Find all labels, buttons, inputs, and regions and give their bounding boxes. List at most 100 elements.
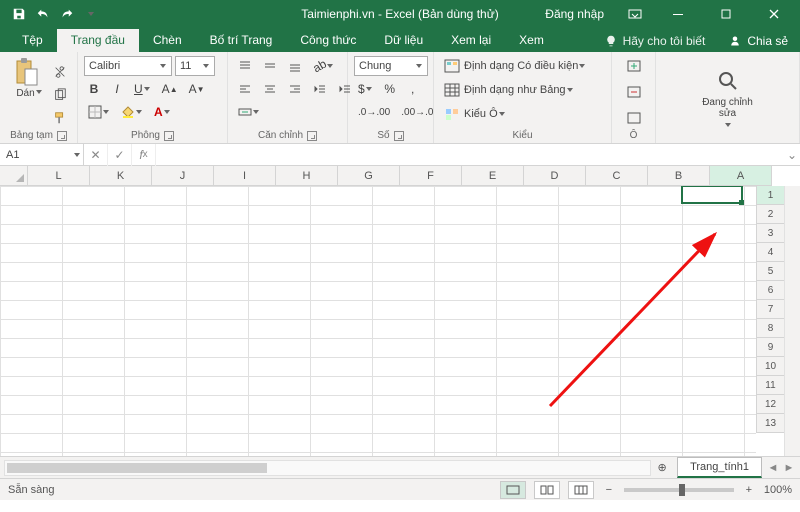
new-sheet-button[interactable]: ⊕ (651, 461, 673, 474)
increase-font-button[interactable]: A▲ (158, 79, 182, 99)
clipboard-launcher[interactable] (57, 131, 67, 141)
accounting-button[interactable]: $ (354, 79, 377, 99)
percent-button[interactable]: % (380, 79, 400, 99)
signin-button[interactable]: Đăng nhập (535, 0, 614, 28)
sheet-nav-prev[interactable]: ◄ (766, 462, 780, 474)
increase-decimal-button[interactable]: .0→.00 (354, 102, 394, 122)
row-header-12[interactable]: 12 (756, 395, 784, 414)
zoom-slider[interactable] (624, 488, 734, 492)
number-format-combo[interactable]: Chung (354, 56, 428, 76)
formula-input[interactable] (156, 144, 784, 165)
col-header-B[interactable]: B (648, 166, 710, 186)
format-cells-button[interactable] (622, 108, 646, 128)
borders-button[interactable] (84, 102, 114, 122)
horizontal-scrollbar[interactable] (4, 460, 651, 476)
row-header-7[interactable]: 7 (756, 300, 784, 319)
number-launcher[interactable] (394, 131, 404, 141)
comma-button[interactable]: , (403, 79, 423, 99)
view-normal-button[interactable] (500, 481, 526, 499)
copy-button[interactable] (49, 85, 71, 105)
delete-cells-button[interactable] (622, 82, 646, 102)
font-color-button[interactable]: A (150, 102, 175, 122)
sheet-nav-next[interactable]: ► (782, 462, 796, 474)
name-box[interactable]: A1 (0, 144, 84, 165)
italic-button[interactable]: I (107, 79, 127, 99)
col-header-G[interactable]: G (338, 166, 400, 186)
row-header-9[interactable]: 9 (756, 338, 784, 357)
align-center-button[interactable] (259, 79, 281, 99)
alignment-launcher[interactable] (307, 131, 317, 141)
col-header-J[interactable]: J (152, 166, 214, 186)
tab-formulas[interactable]: Công thức (286, 29, 370, 52)
share-button[interactable]: Chia sẻ (717, 30, 800, 52)
tab-insert[interactable]: Chèn (139, 29, 196, 52)
paste-button[interactable]: Dán (6, 56, 45, 101)
fill-color-button[interactable] (117, 102, 147, 122)
font-launcher[interactable] (164, 131, 174, 141)
col-header-L[interactable]: L (28, 166, 90, 186)
merge-button[interactable] (234, 102, 264, 122)
row-header-6[interactable]: 6 (756, 281, 784, 300)
align-top-button[interactable] (234, 56, 256, 76)
editing-menu[interactable]: Đang chỉnh sửa (693, 65, 763, 131)
align-middle-button[interactable] (259, 56, 281, 76)
format-painter-button[interactable] (49, 108, 71, 128)
select-all-corner[interactable] (0, 166, 28, 186)
font-size-combo[interactable]: 11 (175, 56, 215, 76)
decrease-font-button[interactable]: A▼ (185, 79, 209, 99)
row-header-2[interactable]: 2 (756, 205, 784, 224)
row-header-13[interactable]: 13 (756, 414, 784, 433)
tab-home[interactable]: Trang đầu (57, 29, 139, 52)
selected-cell[interactable] (681, 186, 743, 204)
row-header-11[interactable]: 11 (756, 376, 784, 395)
align-right-button[interactable] (284, 79, 306, 99)
insert-function-button[interactable]: fx (132, 144, 156, 166)
col-header-A[interactable]: A (710, 166, 772, 186)
enter-formula-button[interactable]: ✓ (108, 144, 132, 166)
row-header-4[interactable]: 4 (756, 243, 784, 262)
qat-customize[interactable] (80, 3, 102, 25)
zoom-out-button[interactable]: − (602, 484, 616, 496)
view-page-layout-button[interactable] (534, 481, 560, 499)
redo-button[interactable] (56, 3, 78, 25)
row-header-1[interactable]: 1 (756, 186, 784, 205)
decrease-decimal-button[interactable]: .00→.0 (397, 102, 437, 122)
row-header-5[interactable]: 5 (756, 262, 784, 281)
col-header-E[interactable]: E (462, 166, 524, 186)
sheet-tab[interactable]: Trang_tính1 (677, 457, 762, 478)
orientation-button[interactable]: ab (309, 56, 338, 76)
vertical-scrollbar[interactable] (784, 186, 800, 456)
fill-handle[interactable] (739, 200, 744, 205)
undo-button[interactable] (32, 3, 54, 25)
decrease-indent-button[interactable] (309, 79, 331, 99)
tab-file[interactable]: Tệp (8, 29, 57, 52)
col-header-F[interactable]: F (400, 166, 462, 186)
save-button[interactable] (8, 3, 30, 25)
view-page-break-button[interactable] (568, 481, 594, 499)
align-bottom-button[interactable] (284, 56, 306, 76)
cancel-formula-button[interactable]: ✕ (84, 144, 108, 166)
col-header-H[interactable]: H (276, 166, 338, 186)
tab-layout[interactable]: Bố trí Trang (196, 29, 287, 52)
maximize-button[interactable] (704, 0, 748, 28)
bold-button[interactable]: B (84, 79, 104, 99)
zoom-in-button[interactable]: + (742, 484, 756, 496)
row-header-3[interactable]: 3 (756, 224, 784, 243)
col-header-C[interactable]: C (586, 166, 648, 186)
tab-view[interactable]: Xem (505, 29, 558, 52)
insert-cells-button[interactable] (622, 56, 646, 76)
tab-data[interactable]: Dữ liệu (370, 29, 437, 52)
cell-styles-button[interactable]: Kiểu Ô (440, 104, 510, 124)
cut-button[interactable] (49, 62, 71, 82)
row-header-8[interactable]: 8 (756, 319, 784, 338)
font-name-combo[interactable]: Calibri (84, 56, 172, 76)
close-button[interactable] (752, 0, 796, 28)
col-header-K[interactable]: K (90, 166, 152, 186)
col-header-D[interactable]: D (524, 166, 586, 186)
align-left-button[interactable] (234, 79, 256, 99)
format-as-table-button[interactable]: Định dạng như Bảng (440, 80, 578, 100)
tab-review[interactable]: Xem lại (437, 29, 505, 52)
tell-me[interactable]: Hãy cho tôi biết (593, 30, 718, 52)
ribbon-display-options[interactable] (618, 0, 652, 28)
minimize-button[interactable] (656, 0, 700, 28)
